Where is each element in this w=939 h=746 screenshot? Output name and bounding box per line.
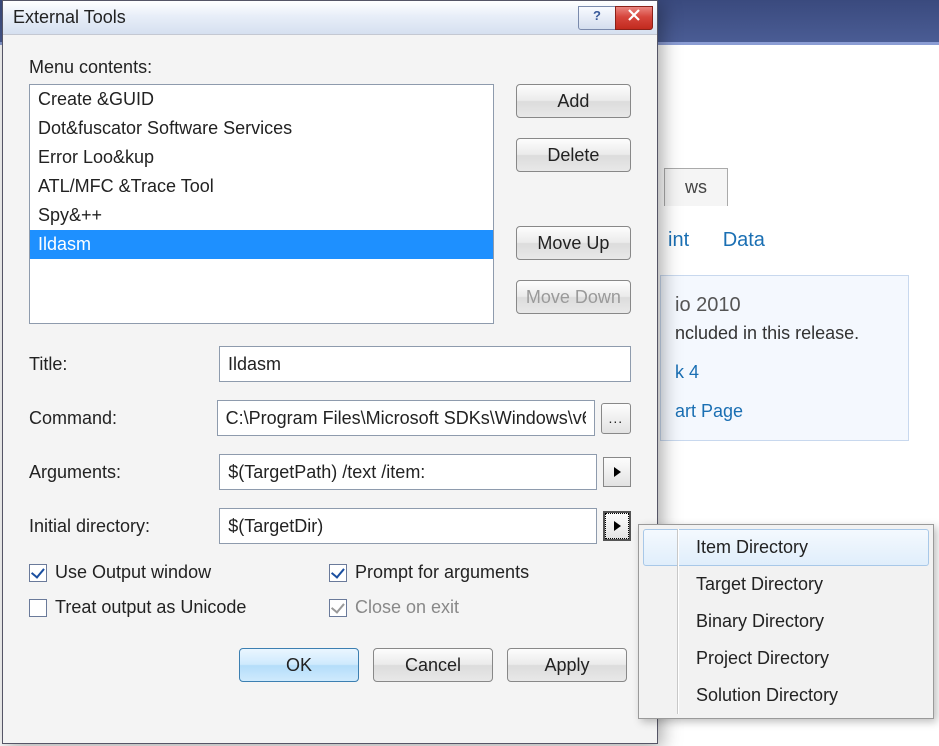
title-input[interactable] <box>219 346 631 382</box>
bg-panel-text: ncluded in this release. <box>675 323 894 344</box>
bg-links: int Data <box>668 229 793 252</box>
bg-panel-link1[interactable]: k 4 <box>675 362 894 383</box>
dialog-title: External Tools <box>13 7 126 28</box>
bg-panel: io 2010 ncluded in this release. k 4 art… <box>660 275 909 441</box>
popup-item-item-directory[interactable]: Item Directory <box>643 529 929 566</box>
arguments-menu-button[interactable] <box>603 457 631 487</box>
titlebar[interactable]: External Tools ? <box>3 1 657 35</box>
use-output-window-checkbox[interactable] <box>29 564 47 582</box>
browse-command-button[interactable]: ... <box>601 403 631 434</box>
menu-contents-label: Menu contents: <box>29 57 631 78</box>
apply-button[interactable]: Apply <box>507 648 627 682</box>
svg-text:?: ? <box>593 8 601 22</box>
add-button[interactable]: Add <box>516 84 631 118</box>
ok-button[interactable]: OK <box>239 648 359 682</box>
delete-button[interactable]: Delete <box>516 138 631 172</box>
close-on-exit-checkbox <box>329 599 347 617</box>
move-down-button[interactable]: Move Down <box>516 280 631 314</box>
cancel-button[interactable]: Cancel <box>373 648 493 682</box>
close-button[interactable] <box>615 6 653 30</box>
command-label: Command: <box>29 408 217 429</box>
initial-directory-label: Initial directory: <box>29 516 219 537</box>
command-input[interactable] <box>217 400 595 436</box>
bg-link-int[interactable]: int <box>668 229 689 251</box>
list-item[interactable]: Error Loo&kup <box>30 143 493 172</box>
menu-contents-listbox[interactable]: Create &GUID Dot&fuscator Software Servi… <box>29 84 494 324</box>
move-up-button[interactable]: Move Up <box>516 226 631 260</box>
list-item[interactable]: Create &GUID <box>30 85 493 114</box>
arrow-right-icon <box>613 516 622 537</box>
help-button[interactable]: ? <box>578 6 616 30</box>
external-tools-dialog: External Tools ? Menu contents: Create &… <box>2 0 658 744</box>
initial-directory-menu-button[interactable] <box>603 511 631 541</box>
list-item[interactable]: Dot&fuscator Software Services <box>30 114 493 143</box>
bg-tab[interactable]: ws <box>664 168 728 206</box>
bg-panel-title: io 2010 <box>675 294 894 317</box>
prompt-for-arguments-label: Prompt for arguments <box>355 562 529 583</box>
arrow-right-icon <box>613 462 622 483</box>
list-item[interactable]: Ildasm <box>30 230 493 259</box>
treat-output-as-unicode-checkbox[interactable] <box>29 599 47 617</box>
treat-output-as-unicode-label: Treat output as Unicode <box>55 597 246 618</box>
popup-item-solution-directory[interactable]: Solution Directory <box>643 677 929 714</box>
initial-directory-input[interactable] <box>219 508 597 544</box>
close-icon <box>627 8 641 27</box>
arguments-input[interactable] <box>219 454 597 490</box>
popup-item-project-directory[interactable]: Project Directory <box>643 640 929 677</box>
popup-gutter <box>677 529 678 714</box>
list-item[interactable]: Spy&++ <box>30 201 493 230</box>
popup-item-binary-directory[interactable]: Binary Directory <box>643 603 929 640</box>
list-item[interactable]: ATL/MFC &Trace Tool <box>30 172 493 201</box>
popup-item-target-directory[interactable]: Target Directory <box>643 566 929 603</box>
prompt-for-arguments-checkbox[interactable] <box>329 564 347 582</box>
help-icon: ? <box>590 8 604 27</box>
close-on-exit-label: Close on exit <box>355 597 459 618</box>
title-label: Title: <box>29 354 219 375</box>
use-output-window-label: Use Output window <box>55 562 211 583</box>
bg-link-data[interactable]: Data <box>723 229 765 251</box>
directory-popup-menu: Item Directory Target Directory Binary D… <box>638 524 934 719</box>
bg-panel-link2[interactable]: art Page <box>675 401 894 422</box>
arguments-label: Arguments: <box>29 462 219 483</box>
